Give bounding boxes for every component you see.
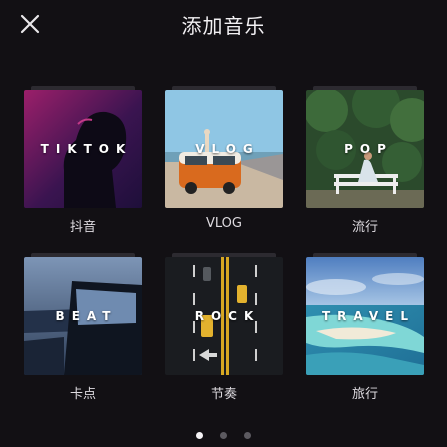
category-caption: 卡点 xyxy=(69,387,96,402)
page-dot-3[interactable] xyxy=(244,432,252,439)
category-cover-rock: ROCK xyxy=(165,257,283,375)
category-cover-vlog: VLOG xyxy=(165,90,283,208)
page-dot-2[interactable] xyxy=(220,432,227,439)
cover-label: TRAVEL xyxy=(321,309,416,323)
cover-label: ROCK xyxy=(194,309,261,323)
category-cover-beat: BEAT xyxy=(24,257,142,375)
page-dot-1[interactable] xyxy=(195,432,203,439)
category-caption: 抖音 xyxy=(69,220,96,235)
cover-label: POP xyxy=(344,142,393,156)
category-cover-pop: POP xyxy=(306,90,424,208)
cover-label: VLOG xyxy=(195,142,260,156)
music-category-grid: TIKTOK 抖音 VLOG VLOG POP 流行 BEAT 卡点 ROCK … xyxy=(0,0,447,447)
category-cover-tiktok: TIKTOK xyxy=(24,90,142,208)
category-caption: VLOG xyxy=(206,216,242,231)
category-caption: 旅行 xyxy=(351,387,378,402)
category-caption: 流行 xyxy=(351,220,378,235)
cover-label: TIKTOK xyxy=(40,142,133,156)
category-caption: 节奏 xyxy=(210,387,237,402)
page-indicator xyxy=(0,424,447,443)
cover-label: BEAT xyxy=(55,309,118,323)
category-cover-travel: TRAVEL xyxy=(306,257,424,375)
